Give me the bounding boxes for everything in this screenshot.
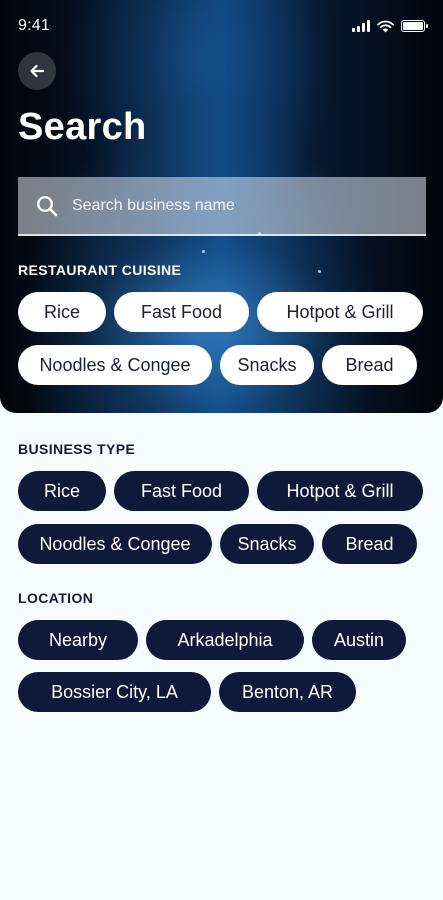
location-chip-row: Nearby Arkadelphia Austin [18, 620, 406, 660]
cuisine-chip-hotpot-grill[interactable]: Hotpot & Grill [257, 292, 423, 332]
wifi-icon [377, 20, 394, 32]
business-chip-noodles-congee[interactable]: Noodles & Congee [18, 524, 212, 564]
cuisine-chip-snacks[interactable]: Snacks [220, 345, 314, 385]
location-chip-austin[interactable]: Austin [312, 620, 406, 660]
business-type-chip-row: Rice Fast Food Hotpot & Grill [18, 471, 423, 511]
cuisine-chip-bread[interactable]: Bread [322, 345, 417, 385]
search-header: 9:41 Search RESTAURANT CUISINE Rice [0, 0, 443, 413]
business-chip-rice[interactable]: Rice [18, 471, 106, 511]
status-time: 9:41 [18, 17, 50, 34]
back-button[interactable] [18, 52, 56, 90]
page-title: Search [18, 106, 147, 148]
arrow-left-icon [30, 64, 45, 78]
business-chip-fast-food[interactable]: Fast Food [114, 471, 249, 511]
light-dot [318, 270, 321, 273]
status-bar: 9:41 [0, 0, 443, 52]
signal-icon [352, 20, 370, 32]
cuisine-chip-noodles-congee[interactable]: Noodles & Congee [18, 345, 212, 385]
business-type-label: BUSINESS TYPE [18, 441, 136, 457]
status-icons [352, 20, 428, 33]
restaurant-cuisine-label: RESTAURANT CUISINE [18, 262, 182, 278]
battery-icon [401, 20, 428, 32]
business-chip-snacks[interactable]: Snacks [220, 524, 314, 564]
cuisine-chip-fast-food[interactable]: Fast Food [114, 292, 249, 332]
location-chip-row: Bossier City, LA Benton, AR [18, 672, 356, 712]
cuisine-chip-rice[interactable]: Rice [18, 292, 106, 332]
cuisine-chip-row: Rice Fast Food Hotpot & Grill [18, 292, 423, 332]
business-chip-bread[interactable]: Bread [322, 524, 417, 564]
business-type-chip-row: Noodles & Congee Snacks Bread [18, 524, 417, 564]
search-icon [36, 195, 58, 217]
business-chip-hotpot-grill[interactable]: Hotpot & Grill [257, 471, 423, 511]
location-chip-benton[interactable]: Benton, AR [219, 672, 356, 712]
location-chip-arkadelphia[interactable]: Arkadelphia [146, 620, 304, 660]
search-bar[interactable] [18, 177, 426, 236]
location-chip-nearby[interactable]: Nearby [18, 620, 138, 660]
light-dot [202, 250, 205, 253]
cuisine-chip-row: Noodles & Congee Snacks Bread [18, 345, 417, 385]
search-input[interactable] [72, 196, 392, 215]
location-chip-bossier-city[interactable]: Bossier City, LA [18, 672, 211, 712]
location-label: LOCATION [18, 590, 94, 606]
